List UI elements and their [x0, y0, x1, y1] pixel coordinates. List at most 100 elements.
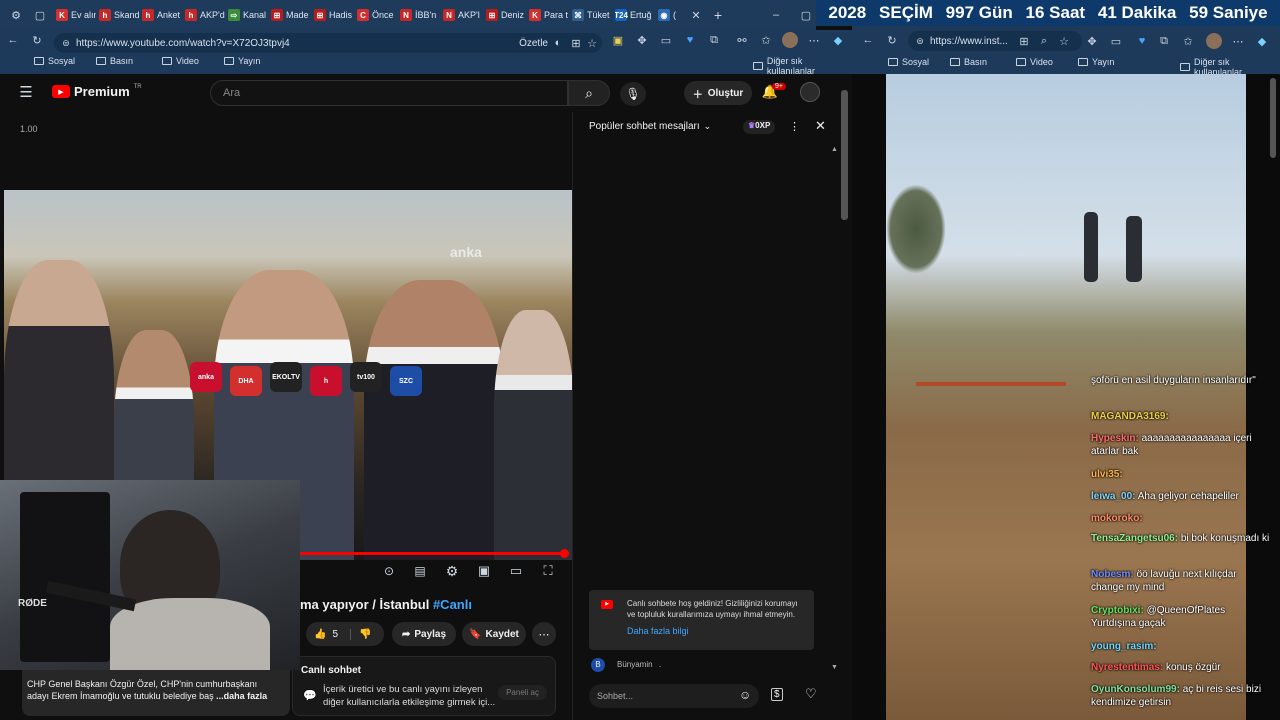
- comment-username[interactable]: Cryptobixi:: [1091, 605, 1144, 616]
- comment-username[interactable]: MAGANDA3169:: [1091, 411, 1169, 422]
- close-chat-icon[interactable]: ✕: [815, 118, 826, 134]
- refresh-icon[interactable]: ↻: [29, 32, 45, 48]
- bookmark-folder[interactable]: Sosyal: [34, 56, 75, 66]
- tab-actions-icon[interactable]: ▢: [32, 7, 48, 23]
- profile-avatar[interactable]: [1206, 33, 1222, 49]
- browser-tab[interactable]: N İBB'n: [400, 4, 440, 26]
- comment-username[interactable]: Nobesm:: [1091, 569, 1134, 580]
- extension-4-icon[interactable]: ♥: [1134, 33, 1150, 49]
- comment-username[interactable]: young_rasim:: [1091, 641, 1157, 652]
- bookmark-folder[interactable]: Video: [1016, 57, 1053, 67]
- progress-scrubber[interactable]: [560, 549, 569, 558]
- app-available-icon[interactable]: ⊞: [1016, 33, 1032, 49]
- open-panel-button[interactable]: Paneli aç: [498, 685, 547, 700]
- heart-icon[interactable]: ♡: [805, 686, 817, 702]
- theater-mode-icon[interactable]: ▭: [508, 563, 524, 579]
- app-available-icon[interactable]: ⊞: [568, 35, 584, 51]
- browser-tab[interactable]: h AKP'd: [185, 4, 225, 26]
- comment-username[interactable]: mokoroko:: [1091, 513, 1143, 524]
- browser-tab[interactable]: K Ev alın: [56, 4, 96, 26]
- fullscreen-icon[interactable]: ⛶: [540, 563, 556, 579]
- more-menu-icon[interactable]: ⋯: [806, 32, 822, 48]
- hamburger-menu-icon[interactable]: ☰: [18, 84, 34, 101]
- browser-tab[interactable]: T24 Ertuğ: [615, 4, 655, 26]
- miniplayer-icon[interactable]: ▣: [476, 563, 492, 579]
- extension-4-icon[interactable]: ♥: [682, 32, 698, 48]
- favorite-star-icon[interactable]: ☆: [584, 35, 600, 51]
- scroll-up-arrow[interactable]: ▲: [831, 146, 838, 153]
- create-button[interactable]: ＋ Oluştur: [684, 81, 752, 105]
- favorite-star-icon[interactable]: ☆: [1056, 33, 1072, 49]
- scroll-down-arrow[interactable]: ▼: [831, 664, 838, 671]
- bookmark-folder[interactable]: Basın: [96, 56, 133, 66]
- video-title-hashtag[interactable]: #Canlı: [433, 597, 472, 612]
- split-screen-icon[interactable]: ⚯: [734, 32, 750, 48]
- profile-avatar[interactable]: [782, 32, 798, 48]
- comment-username[interactable]: leiwa_00:: [1091, 491, 1135, 502]
- super-chat-icon[interactable]: $: [771, 688, 783, 701]
- refresh-icon[interactable]: ↻: [884, 32, 900, 48]
- progress-bar[interactable]: [300, 552, 566, 555]
- comment-username[interactable]: Nyrestentimas:: [1091, 662, 1163, 673]
- like-icon[interactable]: 👍: [314, 629, 326, 640]
- chat-more-icon[interactable]: ⋮: [789, 120, 800, 133]
- browser-tab[interactable]: ⊞ Deniz: [486, 4, 526, 26]
- share-button[interactable]: ➦ Paylaş: [392, 622, 456, 646]
- comment-username[interactable]: TensaZangetsu06:: [1091, 533, 1178, 544]
- site-info-icon[interactable]: ⊜: [58, 35, 74, 51]
- page-scrollbar[interactable]: [841, 90, 848, 220]
- extension-2-icon[interactable]: ✥: [1084, 33, 1100, 49]
- new-tab-icon[interactable]: +: [710, 7, 726, 23]
- copilot-icon[interactable]: ◆: [1254, 33, 1270, 49]
- favorites-icon[interactable]: ✩: [758, 32, 774, 48]
- settings-gear-icon[interactable]: ⚙: [444, 563, 460, 579]
- description-more-link[interactable]: ...daha fazla: [216, 691, 267, 701]
- page-scrollbar[interactable]: [1270, 78, 1276, 158]
- chat-input[interactable]: Sohbet...: [589, 684, 759, 708]
- workspaces-icon[interactable]: ⚙: [8, 7, 24, 23]
- search-input[interactable]: Ara: [210, 80, 568, 106]
- browser-tab[interactable]: N AKP'l: [443, 4, 483, 26]
- browser-tab[interactable]: C Önce: [357, 4, 397, 26]
- emoji-icon[interactable]: ☺: [739, 688, 751, 702]
- more-menu-icon[interactable]: ⋯: [1230, 33, 1246, 49]
- bookmark-folder[interactable]: Yayın: [224, 56, 260, 66]
- browser-tab[interactable]: ⇨ Kanal: [228, 4, 268, 26]
- search-button[interactable]: ⌕: [568, 80, 610, 106]
- extension-3-icon[interactable]: ▭: [658, 32, 674, 48]
- extensions-icon[interactable]: ⧉: [1156, 33, 1172, 49]
- browser-tab[interactable]: h Anket: [142, 4, 182, 26]
- autoplay-toggle-icon[interactable]: ⊙: [378, 563, 400, 579]
- back-icon[interactable]: ←: [860, 32, 876, 48]
- description-box[interactable]: CHP Genel Başkanı Özgür Özel, CHP'nin cu…: [22, 664, 290, 716]
- comment-username[interactable]: Hypeskin:: [1091, 433, 1139, 444]
- dislike-icon[interactable]: 👎: [350, 628, 371, 640]
- summarize-button[interactable]: Özetle: [519, 38, 548, 49]
- voice-search-button[interactable]: 🎙: [620, 82, 646, 106]
- chat-mode-dropdown[interactable]: Popüler sohbet mesajları ⌄: [589, 121, 711, 132]
- subtitles-icon[interactable]: ▤: [412, 563, 428, 579]
- browser-tab[interactable]: ⌘ Tüket: [572, 4, 612, 26]
- browser-tab[interactable]: ⊞ Hadis: [314, 4, 354, 26]
- browser-tab[interactable]: h Skand: [99, 4, 139, 26]
- save-button[interactable]: 🔖 Kaydet: [462, 622, 526, 646]
- extension-1-icon[interactable]: ▣: [610, 32, 626, 48]
- maximize-icon[interactable]: ▢: [798, 7, 814, 23]
- youtube-logo[interactable]: ▶ Premium TR: [52, 84, 142, 99]
- more-actions-button[interactable]: ⋯: [532, 622, 556, 646]
- minimize-icon[interactable]: –: [768, 7, 784, 23]
- comment-username[interactable]: ulvi35:: [1091, 469, 1123, 480]
- extensions-icon[interactable]: ⧉: [706, 32, 722, 48]
- copilot-icon[interactable]: ◆: [830, 32, 846, 48]
- extension-3-icon[interactable]: ▭: [1108, 33, 1124, 49]
- back-icon[interactable]: ←: [5, 32, 21, 48]
- close-tab-icon[interactable]: ✕: [688, 7, 704, 23]
- bookmark-folder[interactable]: Basın: [950, 57, 987, 67]
- browser-tab[interactable]: ⊞ Made: [271, 4, 311, 26]
- extension-2-icon[interactable]: ✥: [634, 32, 650, 48]
- copilot-small-icon[interactable]: ◐: [550, 35, 566, 51]
- comment-username[interactable]: OyunKonsolum99:: [1091, 684, 1180, 695]
- site-info-icon[interactable]: ⊜: [912, 33, 928, 49]
- browser-tab[interactable]: K Para t: [529, 4, 569, 26]
- other-bookmarks[interactable]: Diğer sık kullanılanlar: [753, 56, 852, 76]
